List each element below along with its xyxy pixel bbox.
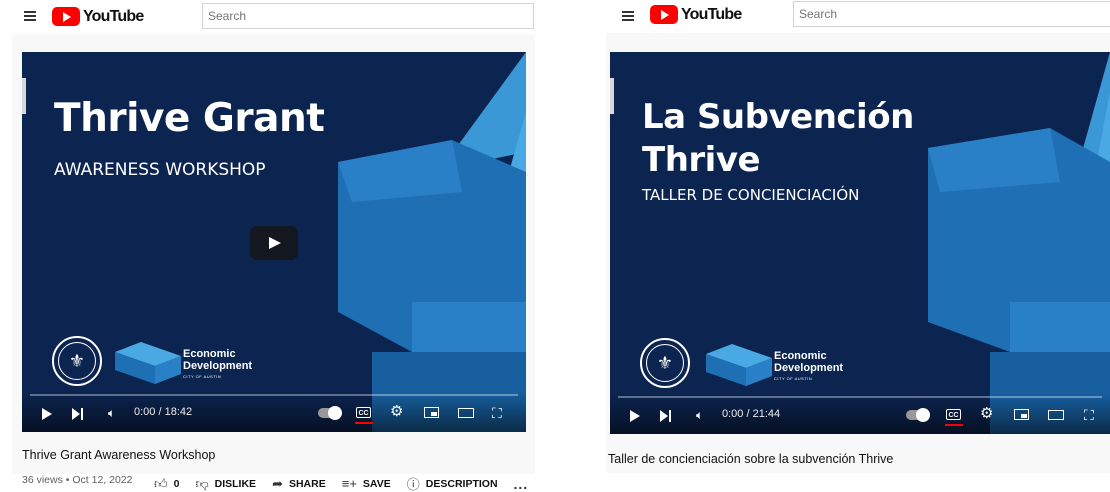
like-button[interactable]: 👍︎ 0 [154, 476, 179, 492]
dislike-button[interactable]: 👎︎ DISLIKE [195, 476, 256, 492]
menu-icon[interactable] [24, 11, 36, 21]
player-controls: 🔈︎ 0:00 / 18:42 CC ⚙ ⛶ [22, 392, 526, 432]
captions-icon: CC [946, 409, 961, 420]
play-icon [630, 410, 640, 422]
captions-active-indicator [355, 422, 373, 424]
fullscreen-icon[interactable]: ⛶ [1084, 407, 1094, 424]
video-meta: 36 views • Oct 12, 2022 [22, 474, 133, 486]
youtube-logo[interactable]: YouTube [650, 5, 742, 24]
brand-line-2: Development [183, 360, 253, 372]
volume-icon[interactable]: 🔈︎ [108, 407, 115, 419]
dislike-label: DISLIKE [214, 477, 257, 490]
autoplay-toggle-icon[interactable] [318, 406, 342, 420]
large-play-button[interactable] [250, 226, 298, 260]
captions-active-indicator [945, 424, 963, 426]
youtube-logo-icon [52, 7, 80, 26]
brand-line-3: CITY OF AUSTIN [183, 374, 222, 379]
theater-button[interactable] [1048, 410, 1064, 420]
video-panel-english: YouTube Thrive Grant AWARENESS WORKSHOP … [0, 0, 545, 492]
captions-button[interactable]: CC [946, 409, 961, 420]
miniplayer-icon [1014, 409, 1029, 420]
progress-bar[interactable] [618, 396, 1102, 398]
youtube-logo[interactable]: YouTube [52, 7, 144, 26]
info-icon: ⓘ [406, 477, 420, 492]
economic-development-mark-icon [115, 342, 181, 384]
logo-text: YouTube [83, 7, 144, 25]
share-icon: ➦ [272, 475, 283, 491]
brand-line-1: Economic [774, 350, 827, 362]
like-icon: 👍︎ [154, 475, 168, 491]
settings-gear-icon[interactable]: ⚙ [390, 404, 403, 419]
next-button[interactable] [72, 408, 86, 420]
miniplayer-button[interactable] [1014, 409, 1029, 420]
save-label: SAVE [362, 477, 391, 490]
description-label: DESCRIPTION [425, 477, 498, 490]
player-edge-tab [610, 78, 614, 114]
play-button[interactable] [630, 410, 640, 422]
volume-icon[interactable]: 🔈︎ [696, 409, 703, 421]
like-count: 0 [173, 477, 180, 490]
logo-text: YouTube [681, 5, 742, 23]
share-button[interactable]: ➦ SHARE [272, 476, 326, 492]
more-options-button[interactable]: ... [514, 476, 529, 492]
time-display: 0:00 / 18:42 [134, 406, 193, 418]
menu-icon[interactable] [622, 11, 634, 21]
slide-title: La Subvención Thrive [642, 97, 914, 180]
dislike-icon: 👎︎ [195, 475, 209, 491]
video-title: Taller de concienciación sobre la subven… [608, 452, 894, 466]
player-edge-tab [22, 78, 26, 114]
theater-icon [458, 408, 474, 418]
share-label: SHARE [288, 477, 326, 490]
next-icon [660, 410, 674, 422]
next-icon [72, 408, 86, 420]
description-button[interactable]: ⓘ DESCRIPTION [407, 474, 498, 492]
video-title: Thrive Grant Awareness Workshop [22, 448, 216, 462]
play-button[interactable] [42, 408, 52, 420]
save-icon: ≡+ [341, 476, 357, 491]
fullscreen-icon[interactable]: ⛶ [492, 405, 502, 422]
captions-icon: CC [356, 407, 371, 418]
settings-gear-icon[interactable]: ⚙ [980, 406, 993, 421]
search-input[interactable] [202, 3, 534, 29]
autoplay-toggle-icon[interactable] [906, 408, 930, 422]
youtube-logo-icon [650, 5, 678, 24]
play-icon [42, 408, 52, 420]
brand-line-3: CITY OF AUSTIN [774, 376, 813, 381]
slide-subtitle: AWARENESS WORKSHOP [54, 160, 266, 180]
video-player[interactable]: La Subvención Thrive TALLER DE CONCIENCI… [610, 52, 1110, 434]
video-panel-spanish: YouTube La Subvención Thrive TALLER DE C… [598, 0, 1110, 492]
theater-icon [1048, 410, 1064, 420]
slide-subtitle: TALLER DE CONCIENCIACIÓN [642, 186, 860, 204]
captions-button[interactable]: CC [356, 407, 371, 418]
player-controls: 🔈︎ 0:00 / 21:44 CC ⚙ ⛶ [610, 394, 1110, 434]
miniplayer-button[interactable] [424, 407, 439, 418]
economic-development-mark-icon [706, 344, 772, 386]
save-button[interactable]: ≡+ SAVE [342, 476, 391, 491]
action-bar: 👍︎ 0 👎︎ DISLIKE ➦ SHARE ≡+ SAVE ⓘ DESCRIPTION… [154, 474, 528, 492]
video-player[interactable]: Thrive Grant AWARENESS WORKSHOP ⚜ Econom… [22, 52, 526, 432]
city-seal-icon: ⚜ [52, 336, 102, 386]
progress-bar[interactable] [30, 394, 518, 396]
time-display: 0:00 / 21:44 [722, 408, 781, 420]
next-button[interactable] [660, 410, 674, 422]
brand-line-2: Development [774, 362, 844, 374]
brand-line-1: Economic [183, 348, 236, 360]
search-input[interactable] [793, 1, 1110, 27]
theater-button[interactable] [458, 408, 474, 418]
economic-development-logo: Economic Development CITY OF AUSTIN [115, 338, 275, 384]
city-seal-icon: ⚜ [640, 338, 690, 388]
economic-development-logo: Economic Development CITY OF AUSTIN [706, 340, 866, 386]
slide-title: Thrive Grant [54, 96, 325, 141]
masthead: YouTube [598, 0, 1110, 34]
miniplayer-icon [424, 407, 439, 418]
masthead: YouTube [0, 0, 545, 34]
